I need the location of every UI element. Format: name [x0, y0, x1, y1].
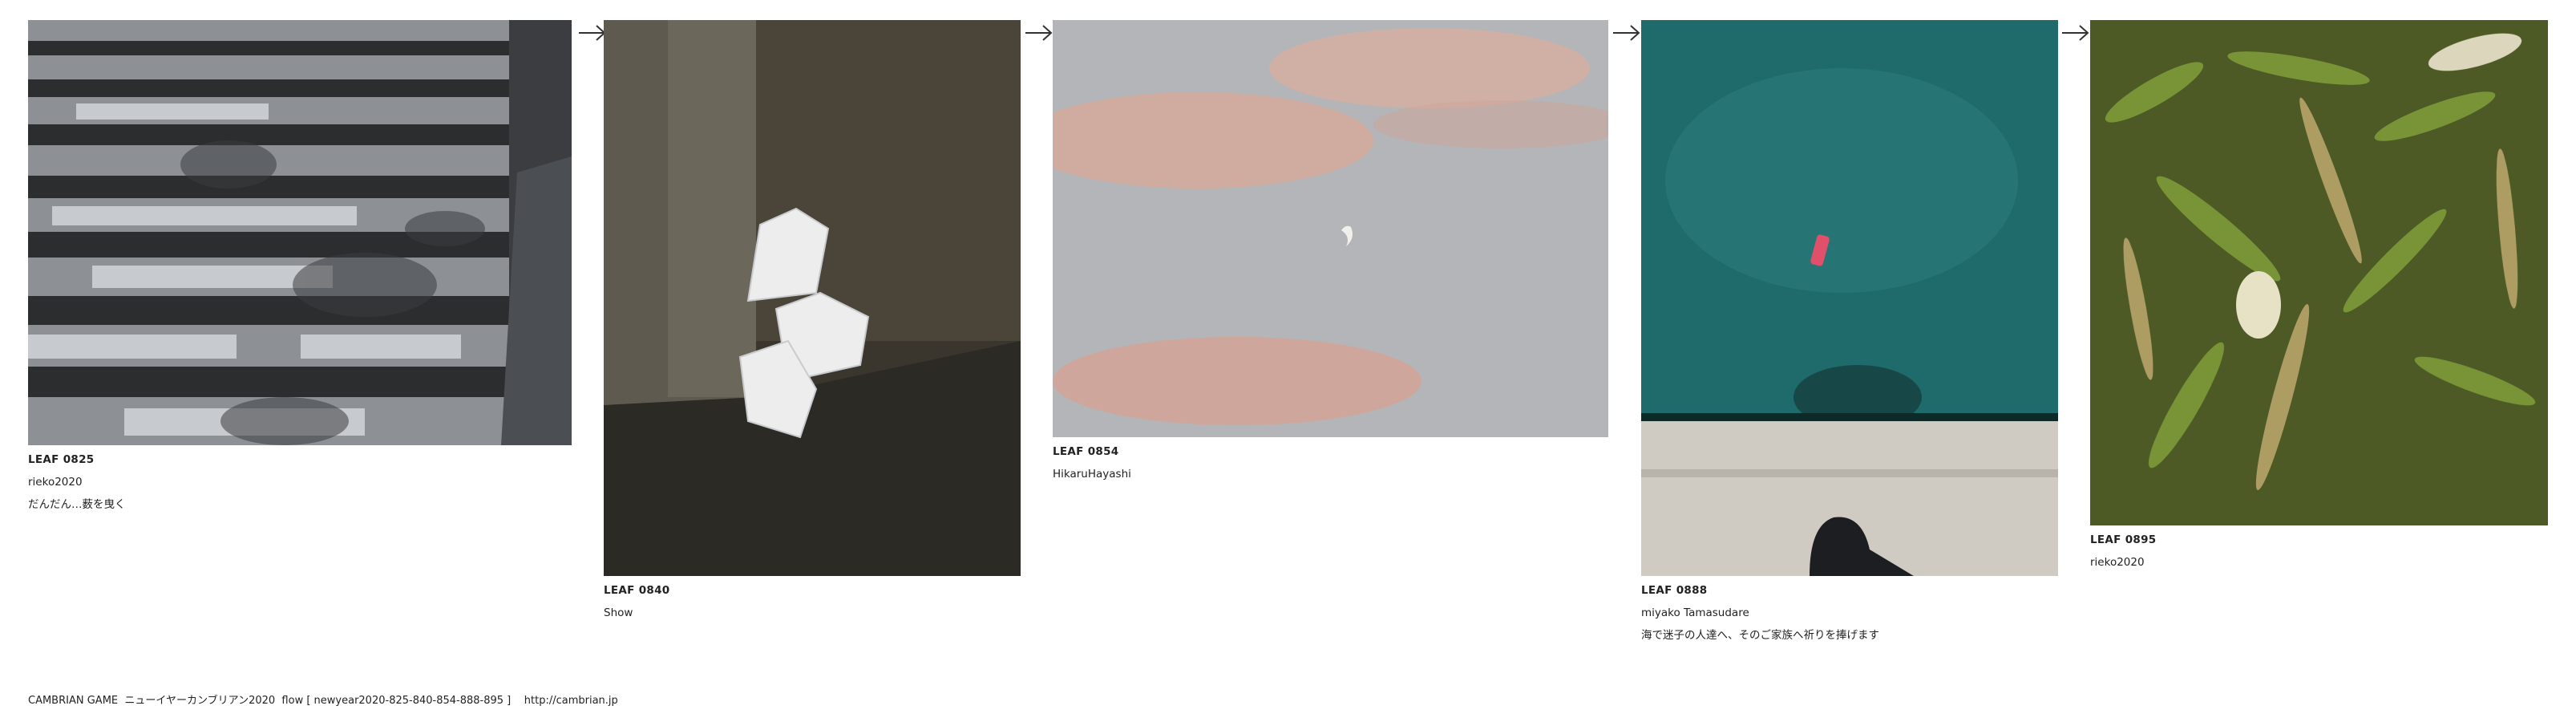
leaf-author[interactable]: Show	[604, 602, 1021, 624]
leaf-photo-bamboo-leaves[interactable]	[2090, 20, 2548, 525]
leaf-photo-sky-moon[interactable]	[1053, 20, 1608, 437]
leaf-author[interactable]: miyako Tamasudare	[1641, 602, 2058, 624]
leaf-id: LEAF 0854	[1053, 445, 1119, 458]
right-arrow-icon	[1612, 19, 1642, 47]
leaf-comment: 海で迷子の人達へ、そのご家族へ祈りを捧げます	[1641, 629, 1879, 642]
leaf-card-0840: LEAF 0840 Show	[604, 20, 1021, 624]
leaf-card-0825: LEAF 0825 rieko2020 だんだん…薮を曳く	[28, 20, 572, 516]
footer-text: CAMBRIAN GAME ニューイヤーカンブリアン2020 flow [ ne…	[28, 695, 524, 707]
leaf-author[interactable]: HikaruHayashi	[1053, 463, 1608, 485]
leaf-id: LEAF 0895	[2090, 533, 2157, 546]
leaf-author[interactable]: rieko2020	[2090, 551, 2548, 574]
right-arrow-icon	[2060, 19, 2091, 47]
leaf-card-0888: LEAF 0888 miyako Tamasudare 海で迷子の人達へ、そのご…	[1641, 20, 2058, 647]
leaf-photo-water-can[interactable]	[1641, 20, 2058, 576]
leaf-comment: だんだん…薮を曳く	[28, 498, 126, 511]
footer-link[interactable]: http://cambrian.jp	[524, 695, 618, 707]
site-footer: CAMBRIAN GAME ニューイヤーカンブリアン2020 flow [ ne…	[28, 692, 618, 707]
right-arrow-icon	[1024, 19, 1054, 47]
leaf-card-0854: LEAF 0854 HikaruHayashi	[1053, 20, 1608, 485]
leaf-id: LEAF 0825	[28, 453, 95, 466]
leaf-photo-stairs[interactable]	[28, 20, 572, 445]
leaf-card-0895: LEAF 0895 rieko2020	[2090, 20, 2548, 574]
leaf-id: LEAF 0840	[604, 584, 670, 597]
leaf-author[interactable]: rieko2020	[28, 471, 572, 493]
leaf-photo-masks[interactable]	[604, 20, 1021, 576]
leaf-id: LEAF 0888	[1641, 584, 1708, 597]
